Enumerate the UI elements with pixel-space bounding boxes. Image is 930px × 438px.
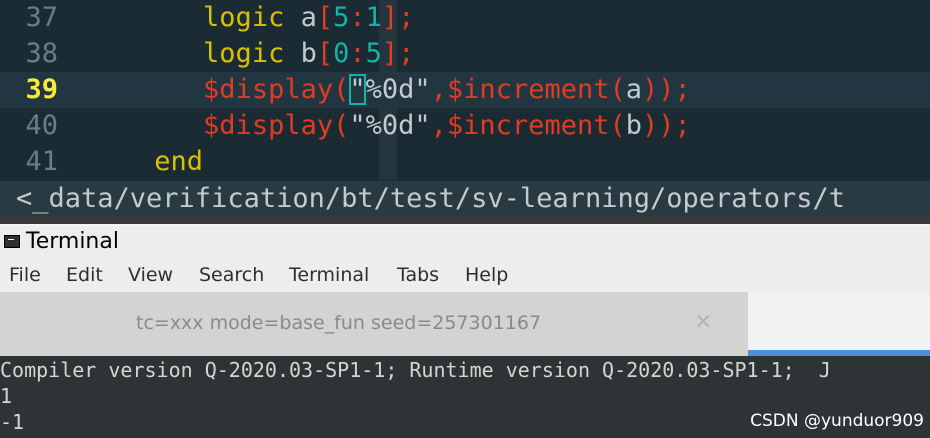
code-token: : bbox=[349, 38, 366, 69]
output-line: 1 bbox=[0, 384, 13, 408]
code-token: , bbox=[430, 110, 447, 141]
close-icon[interactable]: × bbox=[694, 309, 712, 335]
code-token: logic bbox=[203, 2, 285, 33]
menu-terminal[interactable]: Terminal bbox=[289, 263, 369, 287]
code-token: ( bbox=[333, 110, 350, 141]
code-token: 5 bbox=[365, 38, 382, 69]
tab-bar: tc=xxx mode=base_fun seed=257301167 × bbox=[0, 292, 930, 356]
code-text: logic b[0:5]; bbox=[73, 36, 414, 72]
terminal-output[interactable]: Compiler version Q-2020.03-SP1-1; Runtim… bbox=[0, 356, 930, 438]
menu-edit[interactable]: Edit bbox=[66, 263, 103, 287]
code-token: b bbox=[625, 110, 642, 141]
code-token: ]; bbox=[381, 38, 415, 69]
code-token: $display bbox=[203, 74, 334, 105]
code-editor[interactable]: 37 logic a[5:1]; 38 logic b[0:5]; 39 $disp… bbox=[0, 0, 930, 224]
code-text: $display("%0d",$increment(b)); bbox=[73, 108, 691, 144]
code-token: a bbox=[625, 74, 643, 105]
menu-bar: File Edit View Search Terminal Tabs Help bbox=[0, 258, 930, 292]
code-token: $increment bbox=[446, 74, 610, 105]
window-title: Terminal bbox=[26, 229, 119, 254]
line-number: 41 bbox=[25, 146, 58, 177]
editor-file-path: <_data/verification/bt/test/sv-learning/… bbox=[0, 181, 930, 217]
code-token: b bbox=[284, 38, 317, 69]
code-token: ]; bbox=[381, 2, 415, 33]
code-token: logic bbox=[203, 38, 285, 69]
menu-file[interactable]: File bbox=[9, 263, 41, 287]
code-token: ( bbox=[609, 74, 626, 105]
pane-divider bbox=[0, 217, 930, 224]
terminal-titlebar[interactable]: Terminal bbox=[0, 224, 930, 260]
code-text: logic a[5:1]; bbox=[73, 0, 414, 36]
tab-bar-empty-area bbox=[748, 292, 930, 350]
code-token: %0d" bbox=[365, 74, 431, 105]
line-number: 39 bbox=[25, 74, 58, 105]
code-token: [ bbox=[316, 38, 334, 69]
code-token: 5 bbox=[333, 2, 350, 33]
line-number: 40 bbox=[25, 110, 58, 141]
terminal-icon bbox=[4, 235, 20, 248]
output-line: Compiler version Q-2020.03-SP1-1; Runtim… bbox=[0, 358, 831, 382]
code-token: 1 bbox=[365, 2, 382, 33]
code-token: , bbox=[430, 74, 447, 105]
code-token: )); bbox=[642, 110, 691, 141]
tab-label: tc=xxx mode=base_fun seed=257301167 bbox=[136, 312, 542, 334]
code-token: 0 bbox=[333, 38, 350, 69]
code-token: "%0d" bbox=[349, 110, 431, 141]
terminal-tab[interactable]: tc=xxx mode=base_fun seed=257301167 × bbox=[0, 292, 748, 356]
code-line[interactable]: 37 logic a[5:1]; bbox=[0, 0, 930, 36]
code-token: " bbox=[349, 74, 366, 105]
watermark: CSDN @yunduor909 bbox=[750, 411, 924, 431]
menu-tabs[interactable]: Tabs bbox=[397, 263, 439, 287]
code-token: ( bbox=[333, 74, 350, 105]
line-number: 38 bbox=[25, 38, 58, 69]
code-text: end bbox=[73, 144, 203, 180]
menu-help[interactable]: Help bbox=[465, 263, 508, 287]
code-line[interactable]: 40 $display("%0d",$increment(b)); bbox=[0, 108, 930, 144]
code-token: )); bbox=[642, 74, 691, 105]
code-token: ( bbox=[609, 110, 626, 141]
code-token: $increment bbox=[446, 110, 610, 141]
output-line: -1 bbox=[0, 410, 25, 434]
code-line[interactable]: 41 end bbox=[0, 144, 930, 180]
code-token: end bbox=[154, 146, 204, 177]
code-line[interactable]: 39 $display("%0d",$increment(a)); bbox=[0, 72, 930, 108]
code-text: $display("%0d",$increment(a)); bbox=[73, 72, 691, 108]
menu-view[interactable]: View bbox=[128, 263, 173, 287]
code-token: : bbox=[349, 2, 366, 33]
code-token: $display bbox=[203, 110, 334, 141]
code-token: [ bbox=[316, 2, 334, 33]
line-number: 37 bbox=[25, 2, 58, 33]
code-token: a bbox=[284, 2, 317, 33]
menu-search[interactable]: Search bbox=[199, 263, 264, 287]
code-line[interactable]: 38 logic b[0:5]; bbox=[0, 36, 930, 72]
